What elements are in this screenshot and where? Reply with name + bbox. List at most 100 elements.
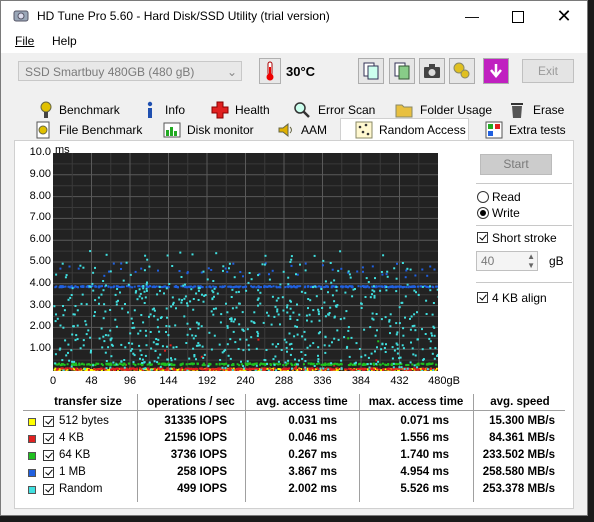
- title-bar[interactable]: HD Tune Pro 5.60 - Hard Disk/SSD Utility…: [1, 1, 587, 31]
- copy-screenshot-button[interactable]: [389, 58, 415, 84]
- data-point: [421, 328, 423, 331]
- data-point: [365, 368, 367, 371]
- tab-label: Disk monitor: [187, 123, 254, 137]
- data-point: [174, 368, 177, 371]
- data-point: [345, 346, 348, 349]
- data-point: [285, 346, 288, 349]
- series-checkbox[interactable]: [43, 450, 54, 461]
- close-button[interactable]: ✕: [541, 1, 587, 31]
- data-point: [210, 269, 213, 271]
- series-checkbox[interactable]: [43, 433, 54, 444]
- tab-file-benchmark[interactable]: File Benchmark: [17, 120, 145, 140]
- data-point: [331, 285, 334, 288]
- save-log-button[interactable]: [483, 58, 509, 84]
- maximize-button[interactable]: [495, 1, 541, 31]
- data-point: [105, 360, 108, 362]
- tab-error-scan[interactable]: Error Scan: [283, 100, 383, 120]
- data-point: [275, 345, 278, 348]
- menu-file[interactable]: File: [15, 34, 34, 48]
- data-point: [255, 364, 258, 367]
- tab-folder-usage[interactable]: Folder Usage: [385, 100, 495, 120]
- data-point: [401, 344, 404, 347]
- tab-disk-monitor[interactable]: Disk monitor: [153, 120, 261, 140]
- data-point: [166, 254, 169, 257]
- data-point: [268, 273, 270, 276]
- data-point: [212, 307, 215, 310]
- data-point: [231, 307, 234, 310]
- data-point: [171, 265, 174, 267]
- menu-help[interactable]: Help: [52, 34, 77, 48]
- data-point: [133, 326, 136, 329]
- short-stroke-checkbox[interactable]: [477, 232, 488, 243]
- data-point: [247, 344, 250, 347]
- data-point: [399, 361, 402, 364]
- tab-info[interactable]: Info: [129, 100, 199, 120]
- data-point: [405, 364, 408, 367]
- minimize-button[interactable]: —: [449, 1, 495, 31]
- data-point: [148, 285, 151, 288]
- series-checkbox[interactable]: [43, 484, 54, 495]
- data-point: [304, 369, 307, 371]
- data-point: [188, 357, 191, 360]
- data-point: [407, 286, 410, 289]
- data-point: [304, 262, 307, 265]
- data-point: [331, 268, 334, 271]
- data-point: [277, 363, 280, 366]
- tab-label: Error Scan: [318, 103, 376, 117]
- table-divider: [359, 394, 360, 502]
- data-point: [130, 317, 133, 320]
- series-checkbox[interactable]: [43, 416, 54, 427]
- data-point: [185, 342, 188, 344]
- data-point: [190, 367, 193, 370]
- write-radio[interactable]: [477, 207, 489, 219]
- data-point: [142, 367, 145, 370]
- data-point: [324, 351, 327, 354]
- data-point: [257, 338, 260, 341]
- series-checkbox[interactable]: [43, 467, 54, 478]
- data-point: [146, 258, 149, 261]
- data-point: [103, 340, 106, 343]
- data-point: [317, 310, 320, 313]
- data-point: [381, 362, 384, 365]
- data-point: [208, 331, 211, 334]
- data-point: [296, 325, 298, 328]
- data-point: [180, 285, 183, 288]
- data-point: [294, 325, 297, 328]
- tab-extra-tests[interactable]: Extra tests: [473, 120, 569, 140]
- data-point: [296, 285, 299, 288]
- data-point: [159, 365, 162, 368]
- tab-random-access[interactable]: Random Access: [340, 118, 469, 141]
- data-point: [195, 292, 198, 295]
- copy-info-button[interactable]: [358, 58, 384, 84]
- data-point: [287, 286, 290, 289]
- save-screenshot-button[interactable]: [419, 58, 445, 84]
- data-point: [229, 357, 232, 360]
- data-point: [61, 262, 64, 265]
- data-point: [89, 336, 92, 339]
- data-point: [289, 285, 292, 288]
- data-point: [313, 368, 316, 371]
- start-button[interactable]: Start: [480, 154, 552, 175]
- data-point: [412, 353, 415, 356]
- tab-erase[interactable]: Erase: [497, 100, 569, 120]
- data-point: [393, 267, 396, 270]
- data-point: [214, 368, 217, 371]
- data-point: [201, 345, 204, 348]
- data-point: [66, 363, 69, 366]
- data-point: [347, 285, 349, 288]
- data-point: [212, 280, 215, 282]
- data-point: [71, 360, 74, 363]
- drive-select[interactable]: SSD Smartbuy 480GB (480 gB) ⌄: [18, 61, 242, 81]
- data-point: [110, 368, 112, 371]
- tab-health[interactable]: Health: [201, 100, 281, 120]
- data-point: [195, 367, 198, 370]
- tab-aam[interactable]: AAM: [265, 120, 337, 140]
- data-point: [315, 295, 318, 298]
- align-checkbox[interactable]: [477, 292, 488, 303]
- exit-button[interactable]: Exit: [522, 59, 574, 83]
- tab-benchmark[interactable]: Benchmark: [17, 100, 127, 120]
- options-button[interactable]: [449, 58, 475, 84]
- short-stroke-input[interactable]: 40 ▲ ▼: [476, 251, 538, 271]
- data-point: [332, 368, 335, 371]
- read-radio[interactable]: [477, 191, 489, 203]
